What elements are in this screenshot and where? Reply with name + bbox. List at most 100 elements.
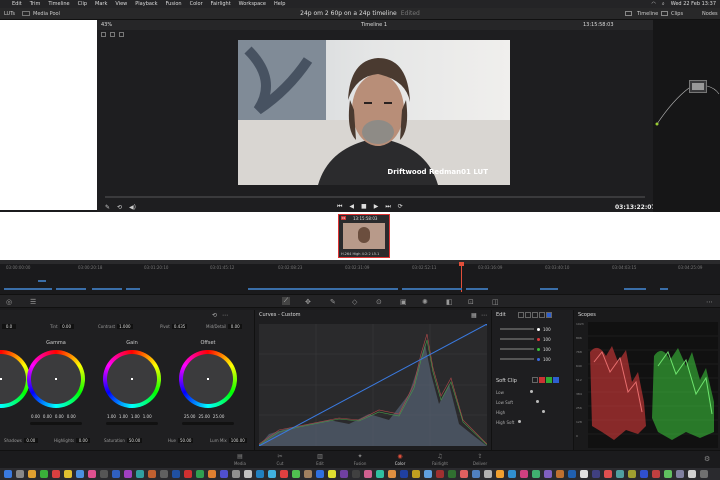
gain-g[interactable]: 1.00 [131, 414, 140, 419]
middetail-value[interactable]: 0.00 [228, 324, 243, 329]
app-icon[interactable] [484, 470, 492, 478]
finder-icon[interactable] [4, 470, 12, 478]
app-icon[interactable] [472, 470, 480, 478]
wheels-icon[interactable]: ◎ [6, 298, 12, 306]
lummix-value[interactable]: 100.00 [228, 438, 247, 443]
volume-icon[interactable]: ◀) [129, 204, 136, 211]
timeline-clip[interactable] [248, 288, 398, 290]
blue-value[interactable]: 100 [543, 357, 551, 362]
contrast-amount-field[interactable]: Contrast 1.000 [98, 324, 133, 329]
lummix-field[interactable]: Lum Mix 100.00 [210, 438, 247, 443]
gain-wheel-center[interactable] [131, 378, 133, 380]
contrast-field[interactable]: 0.0 [0, 324, 16, 329]
gain-slider[interactable] [106, 422, 158, 425]
curves-menu-icon[interactable]: ▦ [471, 312, 477, 319]
menu-view[interactable]: View [111, 1, 131, 7]
app-icon[interactable] [364, 470, 372, 478]
resolve-icon[interactable] [100, 470, 108, 478]
app-icon[interactable] [460, 470, 468, 478]
softclip-g-button[interactable] [546, 377, 552, 383]
zoom-dropdown[interactable]: 43% [101, 22, 112, 28]
timeline-clip[interactable] [624, 288, 646, 290]
app-icon[interactable] [580, 470, 588, 478]
trash-icon[interactable] [700, 470, 708, 478]
timeline-clip[interactable] [92, 288, 122, 290]
offset-wheel[interactable] [179, 350, 237, 408]
menu-color[interactable]: Color [186, 1, 207, 7]
middetail-field[interactable]: Mid/Detail 0.00 [206, 324, 243, 329]
split-icon[interactable] [110, 32, 115, 37]
eyedropper-icon[interactable]: ✎ [105, 204, 110, 211]
channel-r-button[interactable] [532, 312, 538, 318]
search-icon[interactable]: ⌕ [662, 1, 665, 7]
page-edit[interactable]: ▥ Edit [300, 453, 340, 466]
app-icon[interactable] [424, 470, 432, 478]
edit-row-luma[interactable]: 100 [500, 326, 570, 332]
app-icon[interactable] [184, 470, 192, 478]
app-icon[interactable] [328, 470, 336, 478]
gamma-y[interactable]: 0.00 [31, 414, 40, 419]
curves-graph[interactable] [259, 324, 487, 446]
green-value[interactable]: 100 [543, 347, 551, 352]
red-value[interactable]: 100 [543, 337, 551, 342]
low-handle[interactable] [530, 390, 533, 393]
skip-forward-icon[interactable]: ⏭ [385, 203, 390, 211]
gain-y[interactable]: 1.00 [107, 414, 116, 419]
link-icon[interactable] [518, 312, 524, 318]
app-icon[interactable] [664, 470, 672, 478]
app-icon[interactable] [520, 470, 528, 478]
gain-b[interactable]: 1.00 [143, 414, 152, 419]
gain-wheel[interactable] [103, 350, 161, 408]
gamma-g[interactable]: 0.00 [55, 414, 64, 419]
offset-b[interactable]: 25.00 [213, 414, 224, 419]
key-icon[interactable]: ◧ [446, 298, 453, 306]
page-media[interactable]: ▤ Media [220, 453, 260, 466]
offset-slider[interactable] [182, 422, 234, 425]
clip-thumbnail[interactable]: 01 13:15:58:03 H.264 High 4:2:2 L5.1 [338, 214, 390, 258]
menu-trim[interactable]: Trim [26, 1, 45, 7]
loop-playback-icon[interactable]: ⟳ [398, 203, 403, 211]
high-soft-handle[interactable] [518, 420, 521, 423]
app-icon[interactable] [160, 470, 168, 478]
app-icon[interactable] [244, 470, 252, 478]
lift-wheel[interactable] [0, 350, 30, 408]
menu-mark[interactable]: Mark [91, 1, 111, 7]
calendar-icon[interactable] [52, 470, 60, 478]
loop-icon[interactable]: ⟲ [117, 204, 122, 211]
timeline-clip[interactable] [466, 288, 488, 290]
menu-fusion[interactable]: Fusion [162, 1, 186, 7]
app-icon[interactable] [316, 470, 324, 478]
menu-dots-icon[interactable]: ⋯ [222, 312, 228, 319]
stop-icon[interactable]: ■ [361, 203, 367, 211]
app-icon[interactable] [136, 470, 144, 478]
shadows-value[interactable]: 0.00 [23, 438, 38, 443]
page-cut[interactable]: ✂ Cut [260, 453, 300, 466]
app-icon[interactable] [268, 470, 276, 478]
app-icon[interactable] [400, 470, 408, 478]
app-icon[interactable] [556, 470, 564, 478]
app-icon[interactable] [196, 470, 204, 478]
app-icon[interactable] [112, 470, 120, 478]
app-icon[interactable] [628, 470, 636, 478]
gamma-slider[interactable] [30, 422, 82, 425]
app-icon[interactable] [592, 470, 600, 478]
warper-icon[interactable]: ✥ [305, 298, 311, 306]
blur-icon[interactable]: ✺ [422, 298, 428, 306]
hue-field[interactable]: Hue 50.00 [168, 438, 194, 443]
wifi-icon[interactable]: ◠ [652, 1, 656, 7]
gamma-b[interactable]: 0.00 [67, 414, 76, 419]
softclip-r-button[interactable] [539, 377, 545, 383]
menu-timeline[interactable]: Timeline [44, 1, 73, 7]
app-icon[interactable] [616, 470, 624, 478]
menu-fairlight[interactable]: Fairlight [207, 1, 235, 7]
gamma-wheel-center[interactable] [55, 378, 57, 380]
tint-value[interactable]: 0.00 [59, 324, 74, 329]
timeline-clip[interactable] [540, 288, 558, 290]
app-icon[interactable] [340, 470, 348, 478]
tracker-icon[interactable]: ⊙ [376, 298, 382, 306]
timeline-tab[interactable]: Timeline [637, 11, 658, 17]
music-icon[interactable] [88, 470, 96, 478]
app-icon[interactable] [208, 470, 216, 478]
high-handle[interactable] [542, 410, 545, 413]
scrubber-bar[interactable] [105, 196, 645, 198]
